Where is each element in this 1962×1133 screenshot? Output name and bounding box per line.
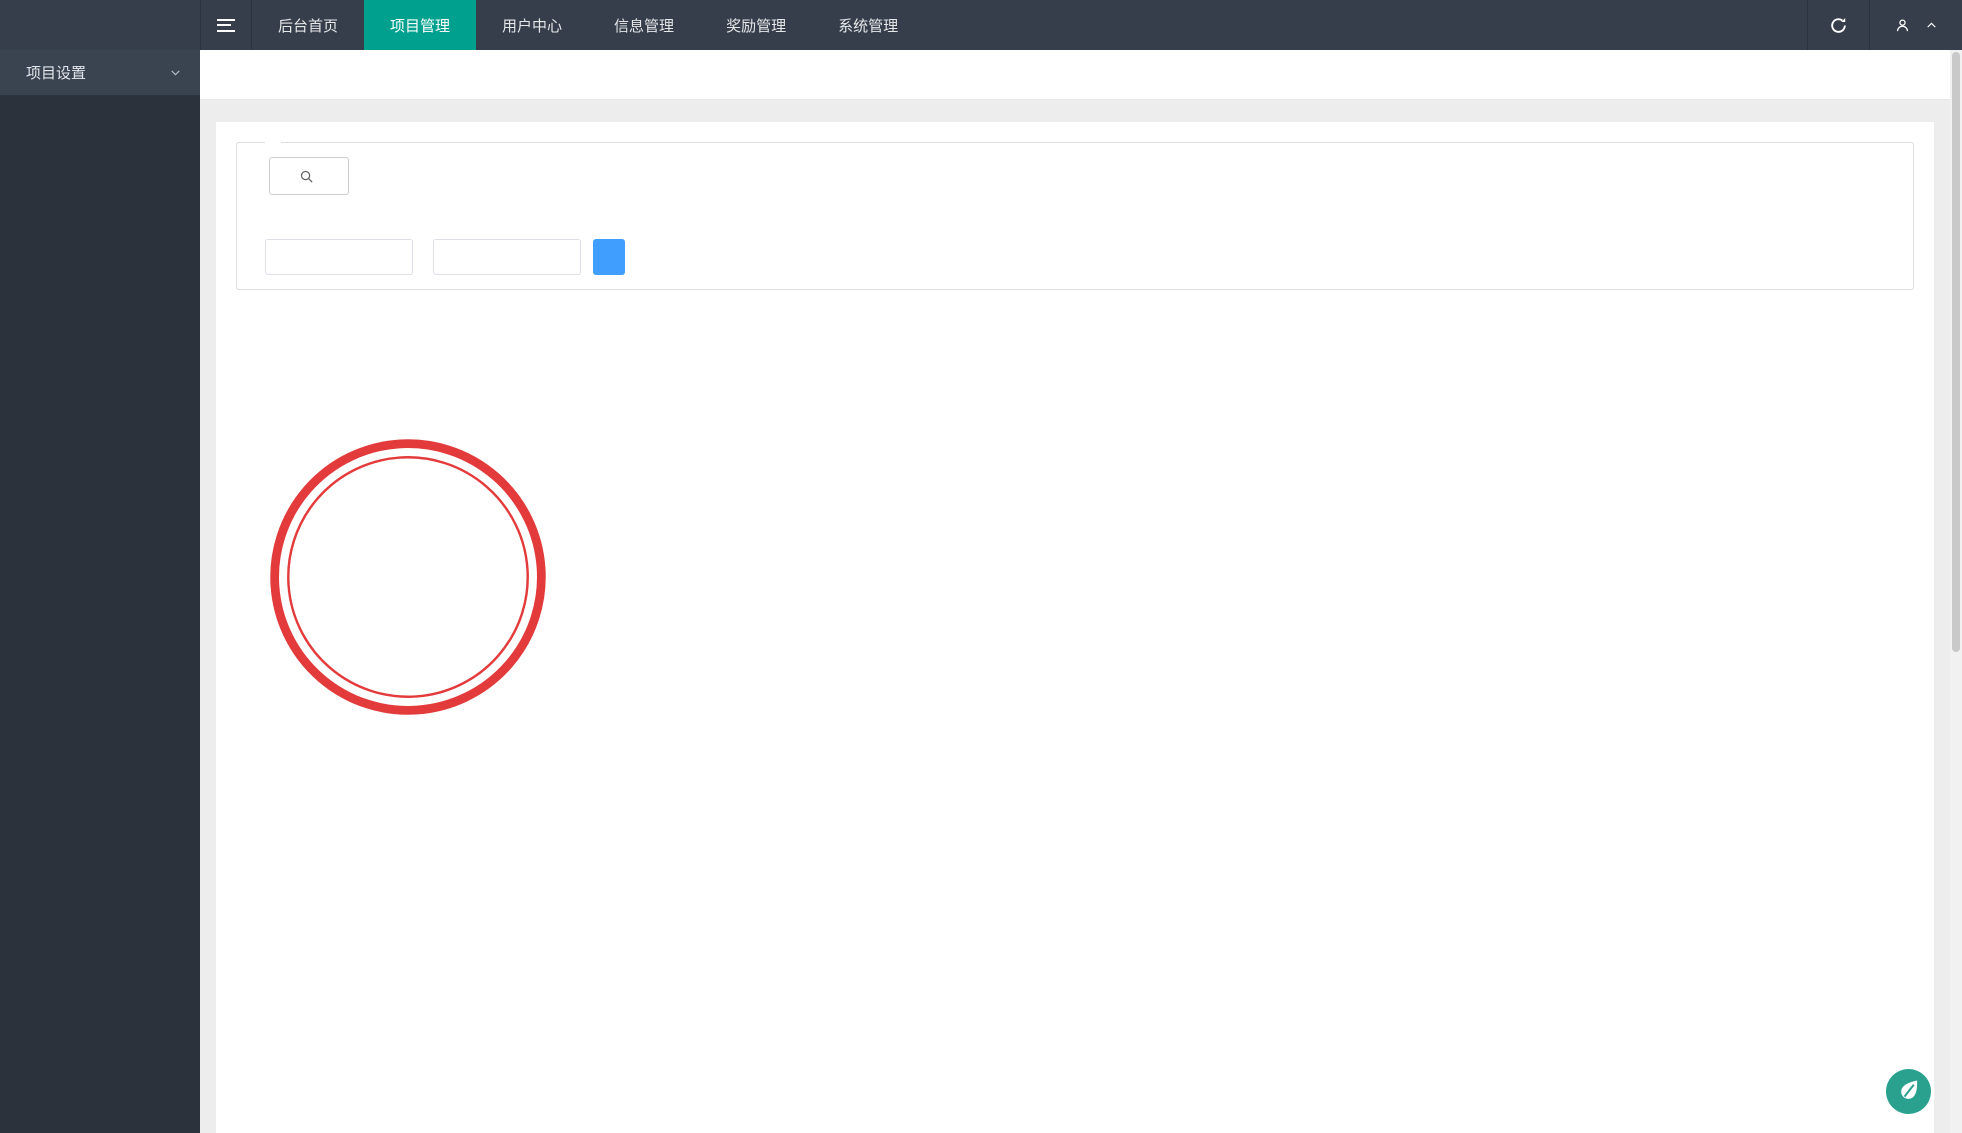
top-nav-item[interactable]: 项目管理 — [364, 0, 476, 50]
topbar-right — [1807, 0, 1962, 50]
admin-menu[interactable] — [1869, 0, 1962, 50]
theme-fab-button[interactable] — [1885, 1068, 1932, 1115]
stats-row — [255, 209, 1899, 226]
top-nav-item[interactable]: 用户中心 — [476, 0, 588, 50]
breadcrumb — [200, 50, 1962, 100]
hamburger-icon — [217, 19, 235, 32]
top-nav-label: 用户中心 — [502, 15, 562, 36]
refresh-icon — [1829, 16, 1848, 35]
top-nav-label: 奖励管理 — [726, 15, 786, 36]
scrollbar-thumb[interactable] — [1952, 52, 1960, 652]
top-nav-item[interactable]: 系统管理 — [812, 0, 924, 50]
user-icon — [1894, 17, 1911, 34]
end-time-input[interactable] — [433, 239, 581, 275]
search-panel — [236, 142, 1914, 290]
filter-row — [251, 157, 1899, 195]
top-nav-label: 项目管理 — [390, 15, 450, 36]
top-nav: 后台首页 项目管理 用户中心 信息管理 奖励管理 系统管理 — [252, 0, 924, 50]
sidebar-item[interactable]: 项目设置 — [0, 50, 200, 95]
start-time-input[interactable] — [265, 239, 413, 275]
sidebar-item-label: 项目设置 — [26, 62, 86, 83]
main-content — [200, 50, 1962, 1133]
sidebar: 项目设置 — [0, 50, 200, 1133]
export-row — [255, 239, 1899, 275]
top-nav-item[interactable]: 信息管理 — [588, 0, 700, 50]
app-logo[interactable] — [0, 0, 200, 50]
content-card — [216, 122, 1934, 1133]
refresh-button[interactable] — [1807, 0, 1869, 50]
top-nav-label: 系统管理 — [838, 15, 898, 36]
search-button[interactable] — [269, 157, 349, 195]
topbar: 后台首页 项目管理 用户中心 信息管理 奖励管理 系统管理 — [0, 0, 1962, 50]
top-nav-item[interactable]: 后台首页 — [252, 0, 364, 50]
today-total — [255, 209, 261, 226]
chevron-down-icon — [169, 66, 182, 79]
top-nav-label: 后台首页 — [278, 15, 338, 36]
pen-icon — [1885, 1068, 1932, 1115]
menu-toggle-button[interactable] — [200, 0, 252, 50]
chevron-up-icon — [1925, 19, 1938, 32]
export-paid-orders-button[interactable] — [593, 239, 625, 275]
search-icon — [299, 169, 314, 184]
top-nav-item[interactable]: 奖励管理 — [700, 0, 812, 50]
all-total — [299, 209, 305, 226]
top-nav-label: 信息管理 — [614, 15, 674, 36]
scrollbar[interactable] — [1950, 50, 1962, 1133]
